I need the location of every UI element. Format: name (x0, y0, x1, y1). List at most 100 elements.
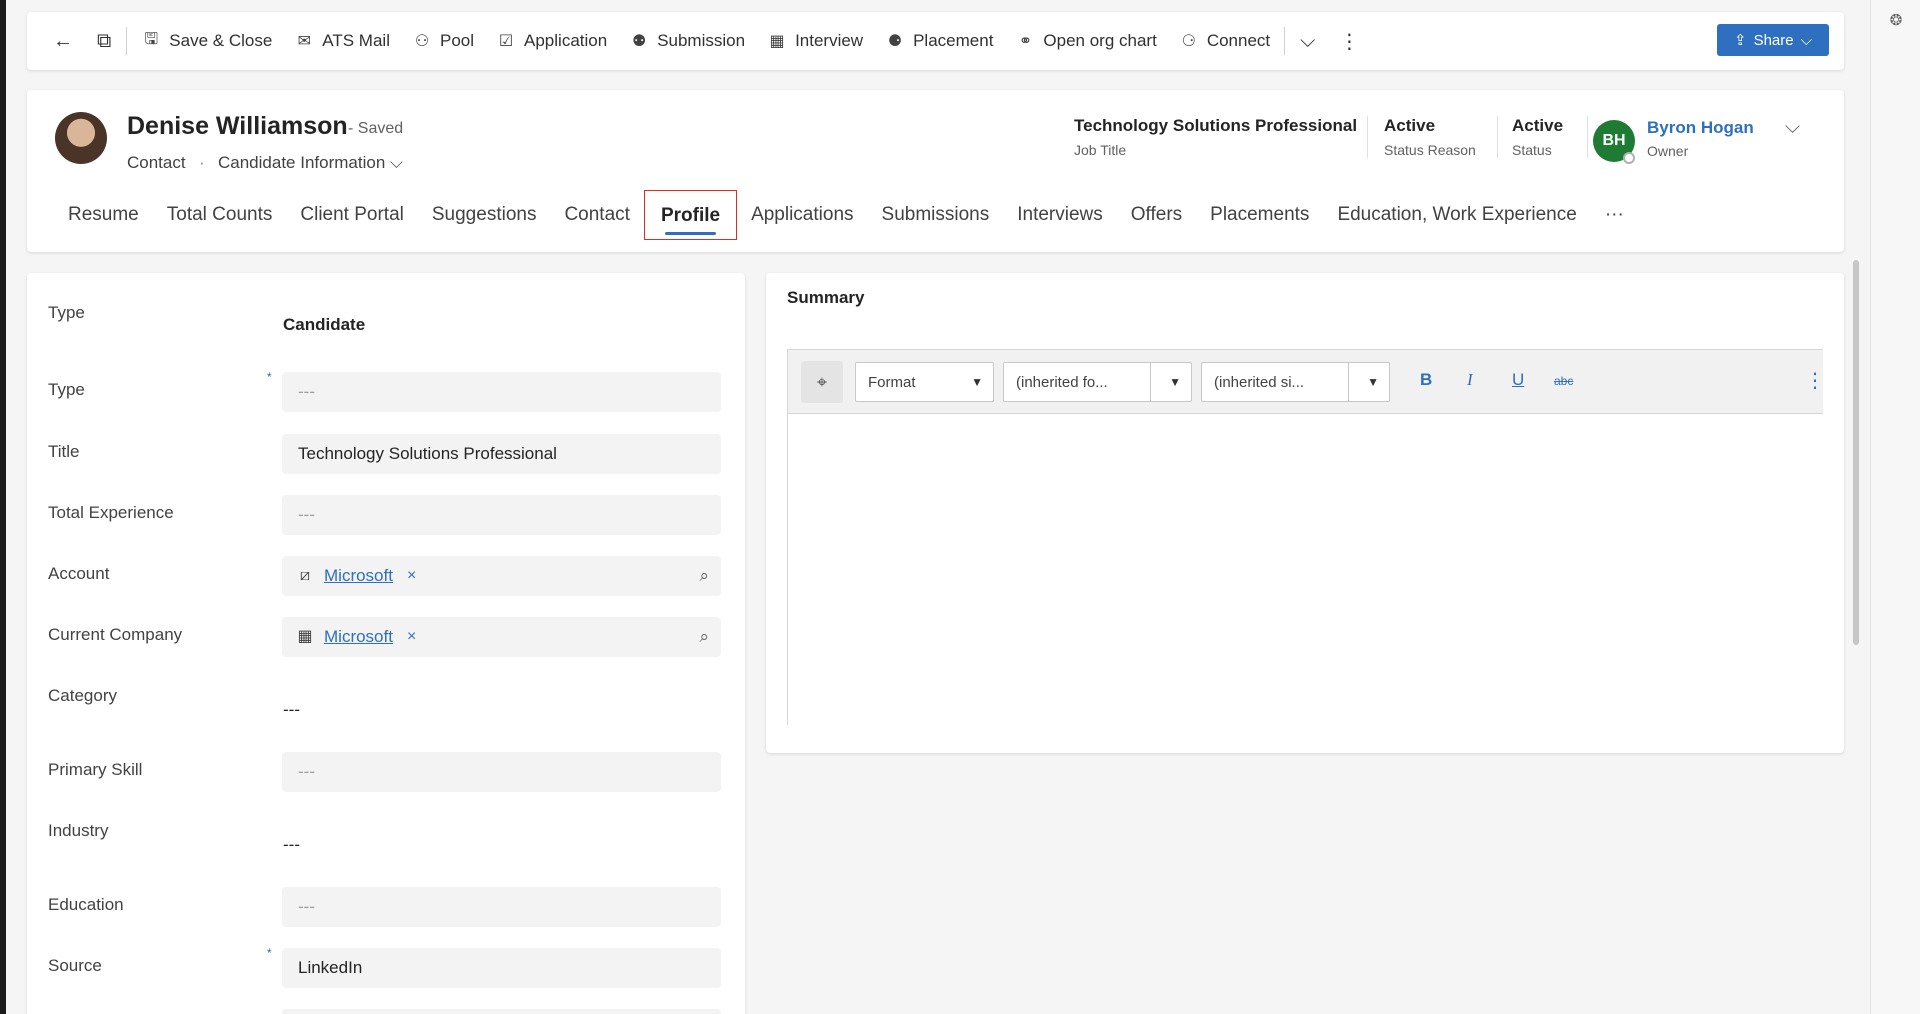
type-value: Candidate (283, 315, 366, 334)
font-family-label: (inherited fo... (1016, 374, 1108, 391)
summary-section: Summary ⌖ Format ▼ (inherited fo... ▼ (i… (766, 273, 1844, 753)
font-size-dropdown[interactable]: (inherited si... ▼ (1201, 362, 1390, 402)
tab-education-work-experience[interactable]: Education, Work Experience (1323, 190, 1590, 240)
account-link[interactable]: Microsoft (324, 556, 393, 596)
strikethrough-button[interactable]: abc (1554, 374, 1573, 388)
italic-button[interactable]: I (1467, 370, 1473, 390)
field-label: Primary Skill (48, 760, 143, 779)
remove-icon[interactable]: × (407, 556, 416, 596)
back-arrow-icon: ← (53, 29, 73, 52)
status-label: Status (1512, 142, 1552, 158)
header-field-status-reason: Active Status Reason (1384, 116, 1476, 158)
owner-label: Owner (1647, 143, 1689, 159)
open-org-chart-label: Open org chart (1043, 31, 1157, 50)
tab-more-button[interactable]: ··· (1591, 190, 1638, 240)
underline-button[interactable]: U (1512, 370, 1524, 390)
open-org-chart-button[interactable]: ⚭ Open org chart (1004, 21, 1167, 61)
open-new-window-button[interactable]: ⧉ (85, 21, 123, 61)
overflow-menu-button[interactable]: ⋮ (1327, 21, 1371, 61)
more-commands-chevron[interactable]: ⌵ (1288, 21, 1327, 61)
tab-offers[interactable]: Offers (1117, 190, 1196, 240)
search-icon[interactable]: ⌕ (699, 556, 709, 596)
header-expand-chevron-icon[interactable]: ⌵ (1785, 116, 1800, 139)
tab-placements[interactable]: Placements (1196, 190, 1323, 240)
copilot-icon[interactable]: ❂ (1885, 10, 1907, 32)
account-lookup[interactable]: ⧄ Microsoft × ⌕ (282, 556, 721, 596)
org-chart-icon: ⚭ (1018, 33, 1033, 50)
summary-title: Summary (787, 288, 865, 307)
font-family-dropdown[interactable]: (inherited fo... ▼ (1003, 362, 1192, 402)
back-button[interactable]: ← (41, 21, 85, 61)
category-value[interactable]: --- (283, 700, 300, 720)
search-icon[interactable]: ⌕ (699, 617, 709, 657)
form-selector[interactable]: Candidate Information ⌵ (218, 153, 403, 173)
tab-total-counts[interactable]: Total Counts (153, 190, 287, 240)
save-close-button[interactable]: 🖫 Save & Close (130, 21, 283, 61)
divider (1587, 116, 1588, 158)
next-field-input[interactable] (282, 1009, 721, 1014)
bold-button[interactable]: B (1420, 370, 1432, 390)
field-label: Title (48, 442, 80, 461)
industry-value[interactable]: --- (283, 835, 300, 855)
divider (1284, 27, 1286, 55)
field-label: Education (48, 895, 124, 914)
remove-icon[interactable]: × (407, 617, 416, 657)
tab-contact[interactable]: Contact (550, 190, 643, 240)
tab-suggestions[interactable]: Suggestions (418, 190, 551, 240)
required-marker: * (267, 370, 272, 384)
caret-down-icon: ▼ (1367, 375, 1379, 389)
chevron-down-icon: ⌵ (1300, 29, 1316, 52)
expand-toolbar-button[interactable]: ⌖ (801, 361, 843, 403)
pool-button[interactable]: ⚇ Pool (401, 21, 485, 61)
share-button[interactable]: ⇪ Share ⌵ (1717, 24, 1829, 56)
application-button[interactable]: ☑ Application (485, 21, 618, 61)
page-scrollbar[interactable] (1853, 260, 1859, 645)
divider (1150, 363, 1151, 401)
toolbar-more-button[interactable]: ⋮ (1805, 368, 1825, 393)
field-label: Industry (48, 821, 109, 840)
save-status: - Saved (348, 120, 404, 137)
required-marker: * (267, 946, 272, 960)
tab-interviews[interactable]: Interviews (1003, 190, 1117, 240)
format-dropdown[interactable]: Format ▼ (855, 362, 994, 402)
field-label: Source (48, 956, 102, 975)
job-title-value: Technology Solutions Professional (1074, 116, 1358, 135)
total-experience-input[interactable]: --- (282, 495, 721, 535)
tab-profile[interactable]: Profile (643, 190, 738, 240)
type-select[interactable]: --- (282, 372, 721, 412)
title-input[interactable]: Technology Solutions Professional (282, 434, 721, 474)
source-input[interactable]: LinkedIn (282, 948, 721, 988)
tab-applications[interactable]: Applications (737, 190, 867, 240)
interview-button[interactable]: ▦ Interview (756, 21, 874, 61)
people-icon: ⚇ (414, 33, 430, 50)
current-company-link[interactable]: Microsoft (324, 617, 393, 657)
mail-icon: ✉ (297, 33, 311, 50)
status-value: Active (1512, 116, 1564, 135)
popout-icon: ⧉ (97, 29, 112, 52)
tab-submissions[interactable]: Submissions (868, 190, 1004, 240)
ats-mail-label: ATS Mail (322, 31, 390, 50)
education-input[interactable]: --- (282, 887, 721, 927)
field-category: Category --- (27, 678, 745, 728)
divider (1497, 116, 1498, 158)
field-label: Type (48, 303, 85, 322)
tab-resume[interactable]: Resume (54, 190, 153, 240)
submission-button[interactable]: ⚉ Submission (618, 21, 756, 61)
connect-button[interactable]: ⚆ Connect (1168, 21, 1281, 61)
person-send-icon: ⚉ (632, 33, 647, 50)
tab-list: Resume Total Counts Client Portal Sugges… (54, 190, 1638, 240)
avatar (55, 112, 107, 164)
ats-mail-button[interactable]: ✉ ATS Mail (283, 21, 401, 61)
profile-form-section: Type Candidate Type * --- Title Technolo… (27, 273, 745, 1014)
primary-skill-input[interactable]: --- (282, 752, 721, 792)
field-label: Account (48, 564, 110, 583)
owner-link[interactable]: Byron Hogan (1647, 118, 1754, 138)
account-record-icon: ⧄ (299, 567, 311, 584)
field-title: Title Technology Solutions Professional (27, 434, 745, 484)
placement-button[interactable]: ⚈ Placement (874, 21, 1004, 61)
save-close-label: Save & Close (169, 31, 273, 50)
tab-client-portal[interactable]: Client Portal (286, 190, 418, 240)
current-company-lookup[interactable]: ▦ Microsoft × ⌕ (282, 617, 721, 657)
rich-text-editor[interactable]: ⌖ Format ▼ (inherited fo... ▼ (inherited… (787, 349, 1825, 725)
font-size-label: (inherited si... (1214, 374, 1305, 391)
